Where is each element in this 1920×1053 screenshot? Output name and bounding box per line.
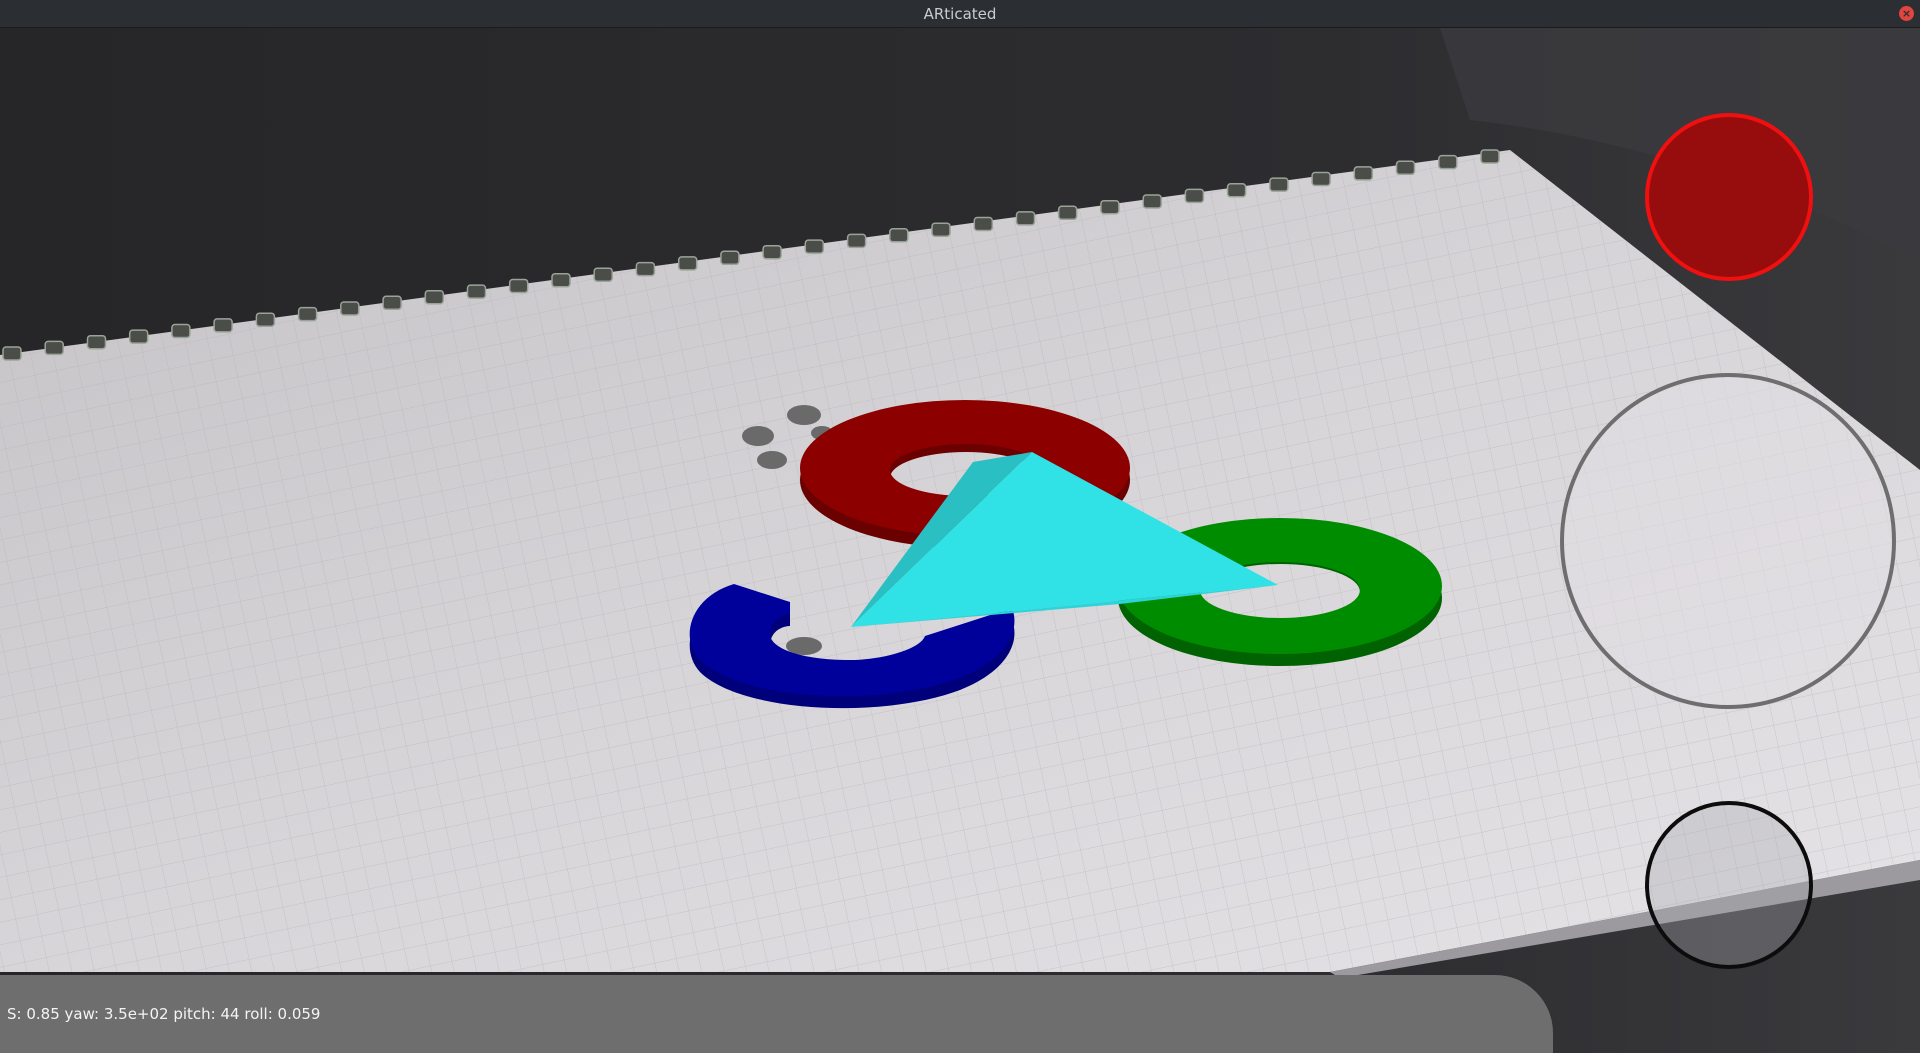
spiral-ring bbox=[846, 233, 867, 249]
close-icon[interactable]: × bbox=[1899, 6, 1914, 21]
camera-view[interactable] bbox=[0, 28, 1920, 1053]
spiral-ring bbox=[720, 250, 740, 266]
spiral-ring bbox=[508, 278, 529, 294]
spiral-ring bbox=[973, 216, 994, 232]
spiral-ring bbox=[1311, 171, 1331, 187]
spiral-ring bbox=[1015, 211, 1036, 226]
spiral-ring bbox=[297, 306, 318, 322]
spiral-ring bbox=[44, 340, 64, 356]
spiral-ring bbox=[1353, 166, 1374, 181]
spiral-ring bbox=[2, 346, 22, 361]
spiral-ring bbox=[551, 273, 571, 288]
spiral-ring bbox=[1395, 160, 1416, 176]
spiral-ring bbox=[931, 222, 951, 237]
spiral-ring bbox=[1100, 199, 1120, 215]
status-bar: S: 0.85 yaw: 3.5e+02 pitch: 44 roll: 0.0… bbox=[0, 975, 1553, 1053]
window-title: ARticated bbox=[923, 4, 997, 23]
title-bar: ARticated × bbox=[0, 0, 1920, 28]
spiral-ring bbox=[213, 318, 233, 333]
spiral-ring bbox=[1057, 205, 1078, 221]
spiral-ring bbox=[677, 256, 698, 271]
pose-readout: S: 0.85 yaw: 3.5e+02 pitch: 44 roll: 0.0… bbox=[7, 1005, 321, 1023]
spiral-ring bbox=[1438, 154, 1458, 170]
spiral-ring bbox=[466, 284, 487, 299]
spiral-ring bbox=[128, 329, 149, 344]
spiral-ring bbox=[1480, 149, 1500, 164]
secondary-button[interactable] bbox=[1645, 801, 1813, 969]
spiral-ring bbox=[889, 228, 909, 243]
spiral-ring bbox=[255, 312, 276, 327]
spiral-ring bbox=[762, 244, 782, 260]
spiral-ring bbox=[1226, 183, 1247, 198]
spiral-ring bbox=[340, 301, 360, 316]
capture-button[interactable] bbox=[1560, 373, 1896, 709]
spiral-ring bbox=[804, 239, 825, 254]
spiral-ring bbox=[424, 289, 445, 305]
spiral-ring bbox=[1269, 177, 1289, 192]
spiral-ring bbox=[1142, 194, 1162, 209]
spiral-ring bbox=[593, 267, 613, 282]
spiral-ring bbox=[1184, 188, 1205, 204]
spiral-ring bbox=[635, 261, 656, 277]
record-button[interactable] bbox=[1645, 113, 1813, 281]
spiral-ring bbox=[382, 295, 402, 311]
spiral-ring bbox=[86, 334, 107, 350]
spiral-ring bbox=[171, 323, 191, 339]
